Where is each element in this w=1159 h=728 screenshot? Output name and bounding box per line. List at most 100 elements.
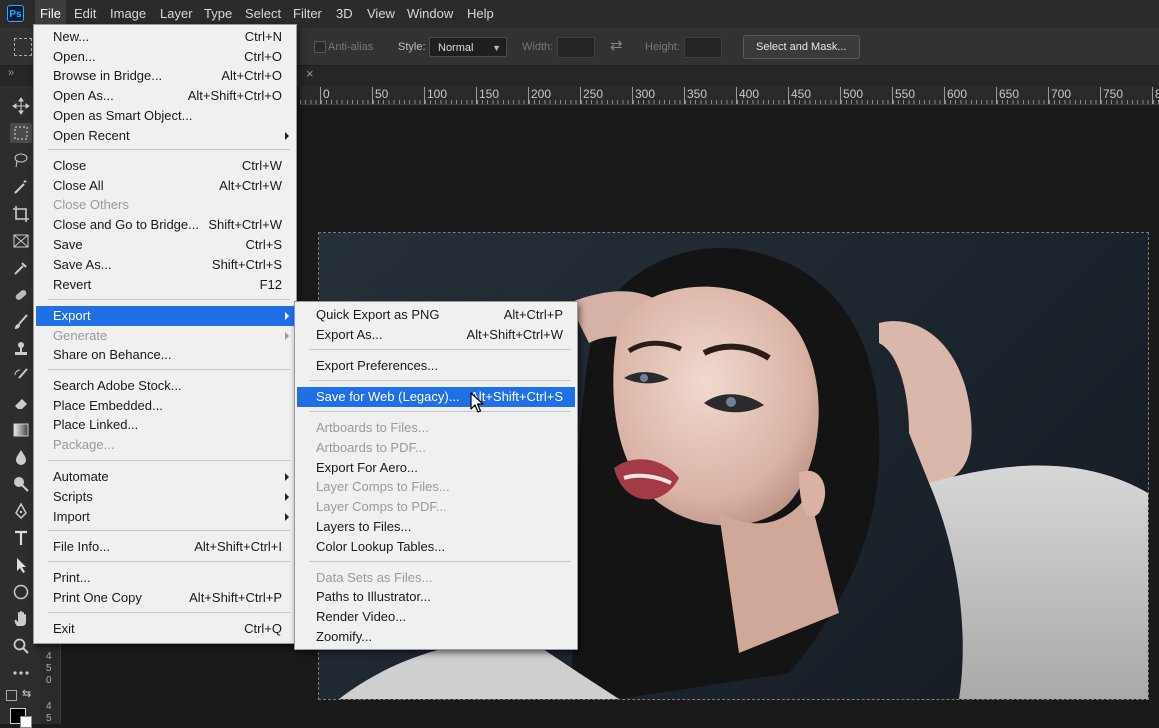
menu-item-export-for-aero[interactable]: Export For Aero... bbox=[297, 458, 575, 478]
menu-item-label: Quick Export as PNG bbox=[316, 307, 440, 322]
menu-item-place-embedded[interactable]: Place Embedded... bbox=[36, 396, 294, 416]
hand-tool-icon[interactable] bbox=[10, 609, 32, 629]
dodge-tool-icon[interactable] bbox=[10, 474, 32, 494]
ruler-tick: 0 bbox=[320, 87, 330, 104]
healing-brush-icon[interactable] bbox=[10, 285, 32, 305]
menu-item-revert[interactable]: Revert F12 bbox=[36, 275, 294, 295]
menu-item-label: Close All bbox=[53, 178, 104, 193]
menu-item-shortcut: Shift+Ctrl+W bbox=[208, 217, 282, 232]
gradient-tool-icon[interactable] bbox=[10, 420, 32, 440]
menu-item-close[interactable]: Close Ctrl+W bbox=[36, 156, 294, 176]
menu-item-generate: Generate bbox=[36, 326, 294, 346]
menu-item-color-lookup-tables[interactable]: Color Lookup Tables... bbox=[297, 537, 575, 557]
menu-item-search-adobe-stock[interactable]: Search Adobe Stock... bbox=[36, 376, 294, 396]
clone-stamp-icon[interactable] bbox=[10, 339, 32, 359]
ruler-tick: 8 bbox=[1152, 87, 1159, 104]
history-brush-icon[interactable] bbox=[10, 366, 32, 386]
menu-3d[interactable]: 3D bbox=[331, 0, 358, 28]
menu-item-browse-in-bridge[interactable]: Browse in Bridge... Alt+Ctrl+O bbox=[36, 66, 294, 86]
menu-item-open-smart-object[interactable]: Open as Smart Object... bbox=[36, 106, 294, 126]
move-tool-icon[interactable] bbox=[10, 96, 32, 116]
ellipse-tool-icon[interactable] bbox=[10, 582, 32, 602]
menu-item-save-as[interactable]: Save As... Shift+Ctrl+S bbox=[36, 255, 294, 275]
submenu-arrow-icon bbox=[285, 312, 289, 320]
default-colors-icon[interactable] bbox=[6, 690, 17, 701]
menu-item-export[interactable]: Export bbox=[36, 306, 294, 326]
menu-item-print[interactable]: Print... bbox=[36, 568, 294, 588]
menu-item-share-behance[interactable]: Share on Behance... bbox=[36, 345, 294, 365]
menu-item-exit[interactable]: Exit Ctrl+Q bbox=[36, 619, 294, 639]
expand-panels-icon[interactable]: » bbox=[8, 67, 14, 79]
menu-item-automate[interactable]: Automate bbox=[36, 467, 294, 487]
menu-item-label: Revert bbox=[53, 277, 92, 292]
mouse-pointer-icon bbox=[470, 392, 484, 413]
more-tools-icon[interactable] bbox=[10, 663, 32, 683]
style-select[interactable]: Normal ▼ bbox=[429, 37, 507, 57]
menu-item-export-preferences[interactable]: Export Preferences... bbox=[297, 356, 575, 376]
lasso-tool-icon[interactable] bbox=[10, 150, 32, 170]
menu-item-open-as[interactable]: Open As... Alt+Shift+Ctrl+O bbox=[36, 86, 294, 106]
menu-window[interactable]: Window bbox=[402, 0, 458, 28]
close-tab-icon[interactable]: × bbox=[306, 66, 314, 81]
menu-item-scripts[interactable]: Scripts bbox=[36, 487, 294, 507]
width-input[interactable] bbox=[557, 37, 595, 58]
ruler-tick: 300 bbox=[632, 87, 655, 104]
menu-item-layers-to-files[interactable]: Layers to Files... bbox=[297, 517, 575, 537]
menu-item-quick-export-png[interactable]: Quick Export as PNG Alt+Ctrl+P bbox=[297, 305, 575, 325]
menu-item-import[interactable]: Import bbox=[36, 507, 294, 527]
pen-tool-icon[interactable] bbox=[10, 501, 32, 521]
crop-tool-icon[interactable] bbox=[10, 204, 32, 224]
ruler-tick: 700 bbox=[1048, 87, 1071, 104]
blur-tool-icon[interactable] bbox=[10, 447, 32, 467]
zoom-tool-icon[interactable] bbox=[10, 636, 32, 656]
menu-separator bbox=[48, 561, 290, 562]
photoshop-logo-icon[interactable]: Ps bbox=[7, 5, 24, 22]
frame-tool-icon[interactable] bbox=[10, 231, 32, 251]
menu-item-place-linked[interactable]: Place Linked... bbox=[36, 415, 294, 435]
menu-item-label: Scripts bbox=[53, 489, 93, 504]
menu-item-paths-to-illustrator[interactable]: Paths to Illustrator... bbox=[297, 587, 575, 607]
marquee-preset-icon[interactable] bbox=[14, 38, 32, 56]
path-selection-icon[interactable] bbox=[10, 555, 32, 575]
menu-item-export-as[interactable]: Export As... Alt+Shift+Ctrl+W bbox=[297, 325, 575, 345]
menu-item-close-all[interactable]: Close All Alt+Ctrl+W bbox=[36, 176, 294, 196]
swap-dimensions-icon[interactable]: ⇄ bbox=[610, 36, 623, 54]
menu-item-label: Export Preferences... bbox=[316, 358, 439, 373]
menu-item-save[interactable]: Save Ctrl+S bbox=[36, 235, 294, 255]
ruler-tick: 350 bbox=[684, 87, 707, 104]
menu-item-label: Render Video... bbox=[316, 609, 407, 624]
menu-help[interactable]: Help bbox=[462, 0, 499, 28]
menu-separator bbox=[309, 411, 571, 412]
menu-item-file-info[interactable]: File Info... Alt+Shift+Ctrl+I bbox=[36, 537, 294, 557]
type-tool-icon[interactable] bbox=[10, 528, 32, 548]
eraser-tool-icon[interactable] bbox=[10, 393, 32, 413]
menu-item-close-go-bridge[interactable]: Close and Go to Bridge... Shift+Ctrl+W bbox=[36, 215, 294, 235]
menu-item-new[interactable]: New... Ctrl+N bbox=[36, 27, 294, 47]
menu-item-shortcut: F12 bbox=[259, 277, 282, 292]
ruler-tick: 5 bbox=[46, 663, 52, 674]
menu-item-zoomify[interactable]: Zoomify... bbox=[297, 627, 575, 647]
ruler-tick: 750 bbox=[1100, 87, 1123, 104]
menu-separator bbox=[48, 612, 290, 613]
menu-item-layer-comps-pdf: Layer Comps to PDF... bbox=[297, 497, 575, 517]
menu-item-save-for-web[interactable]: Save for Web (Legacy)... Alt+Shift+Ctrl+S bbox=[297, 387, 575, 407]
ruler-tick: 600 bbox=[944, 87, 967, 104]
menu-item-print-one-copy[interactable]: Print One Copy Alt+Shift+Ctrl+P bbox=[36, 588, 294, 608]
menu-view[interactable]: View bbox=[362, 0, 400, 28]
anti-alias-checkbox[interactable] bbox=[314, 41, 326, 53]
menu-item-open[interactable]: Open... Ctrl+O bbox=[36, 47, 294, 67]
menu-item-shortcut: Alt+Shift+Ctrl+I bbox=[194, 539, 282, 554]
brush-tool-icon[interactable] bbox=[10, 312, 32, 332]
background-color-swatch[interactable] bbox=[20, 716, 32, 728]
menu-item-label: Layer Comps to Files... bbox=[316, 479, 450, 494]
height-input[interactable] bbox=[684, 37, 722, 58]
menu-item-open-recent[interactable]: Open Recent bbox=[36, 126, 294, 146]
select-and-mask-button[interactable]: Select and Mask... bbox=[743, 35, 860, 59]
swap-colors-icon[interactable]: ⇆ bbox=[22, 687, 31, 700]
ruler-tick: 450 bbox=[788, 87, 811, 104]
menu-item-render-video[interactable]: Render Video... bbox=[297, 607, 575, 627]
rectangular-marquee-icon[interactable] bbox=[10, 123, 32, 143]
magic-wand-icon[interactable] bbox=[10, 177, 32, 197]
eyedropper-icon[interactable] bbox=[10, 258, 32, 278]
menu-item-label: Generate bbox=[53, 328, 108, 343]
